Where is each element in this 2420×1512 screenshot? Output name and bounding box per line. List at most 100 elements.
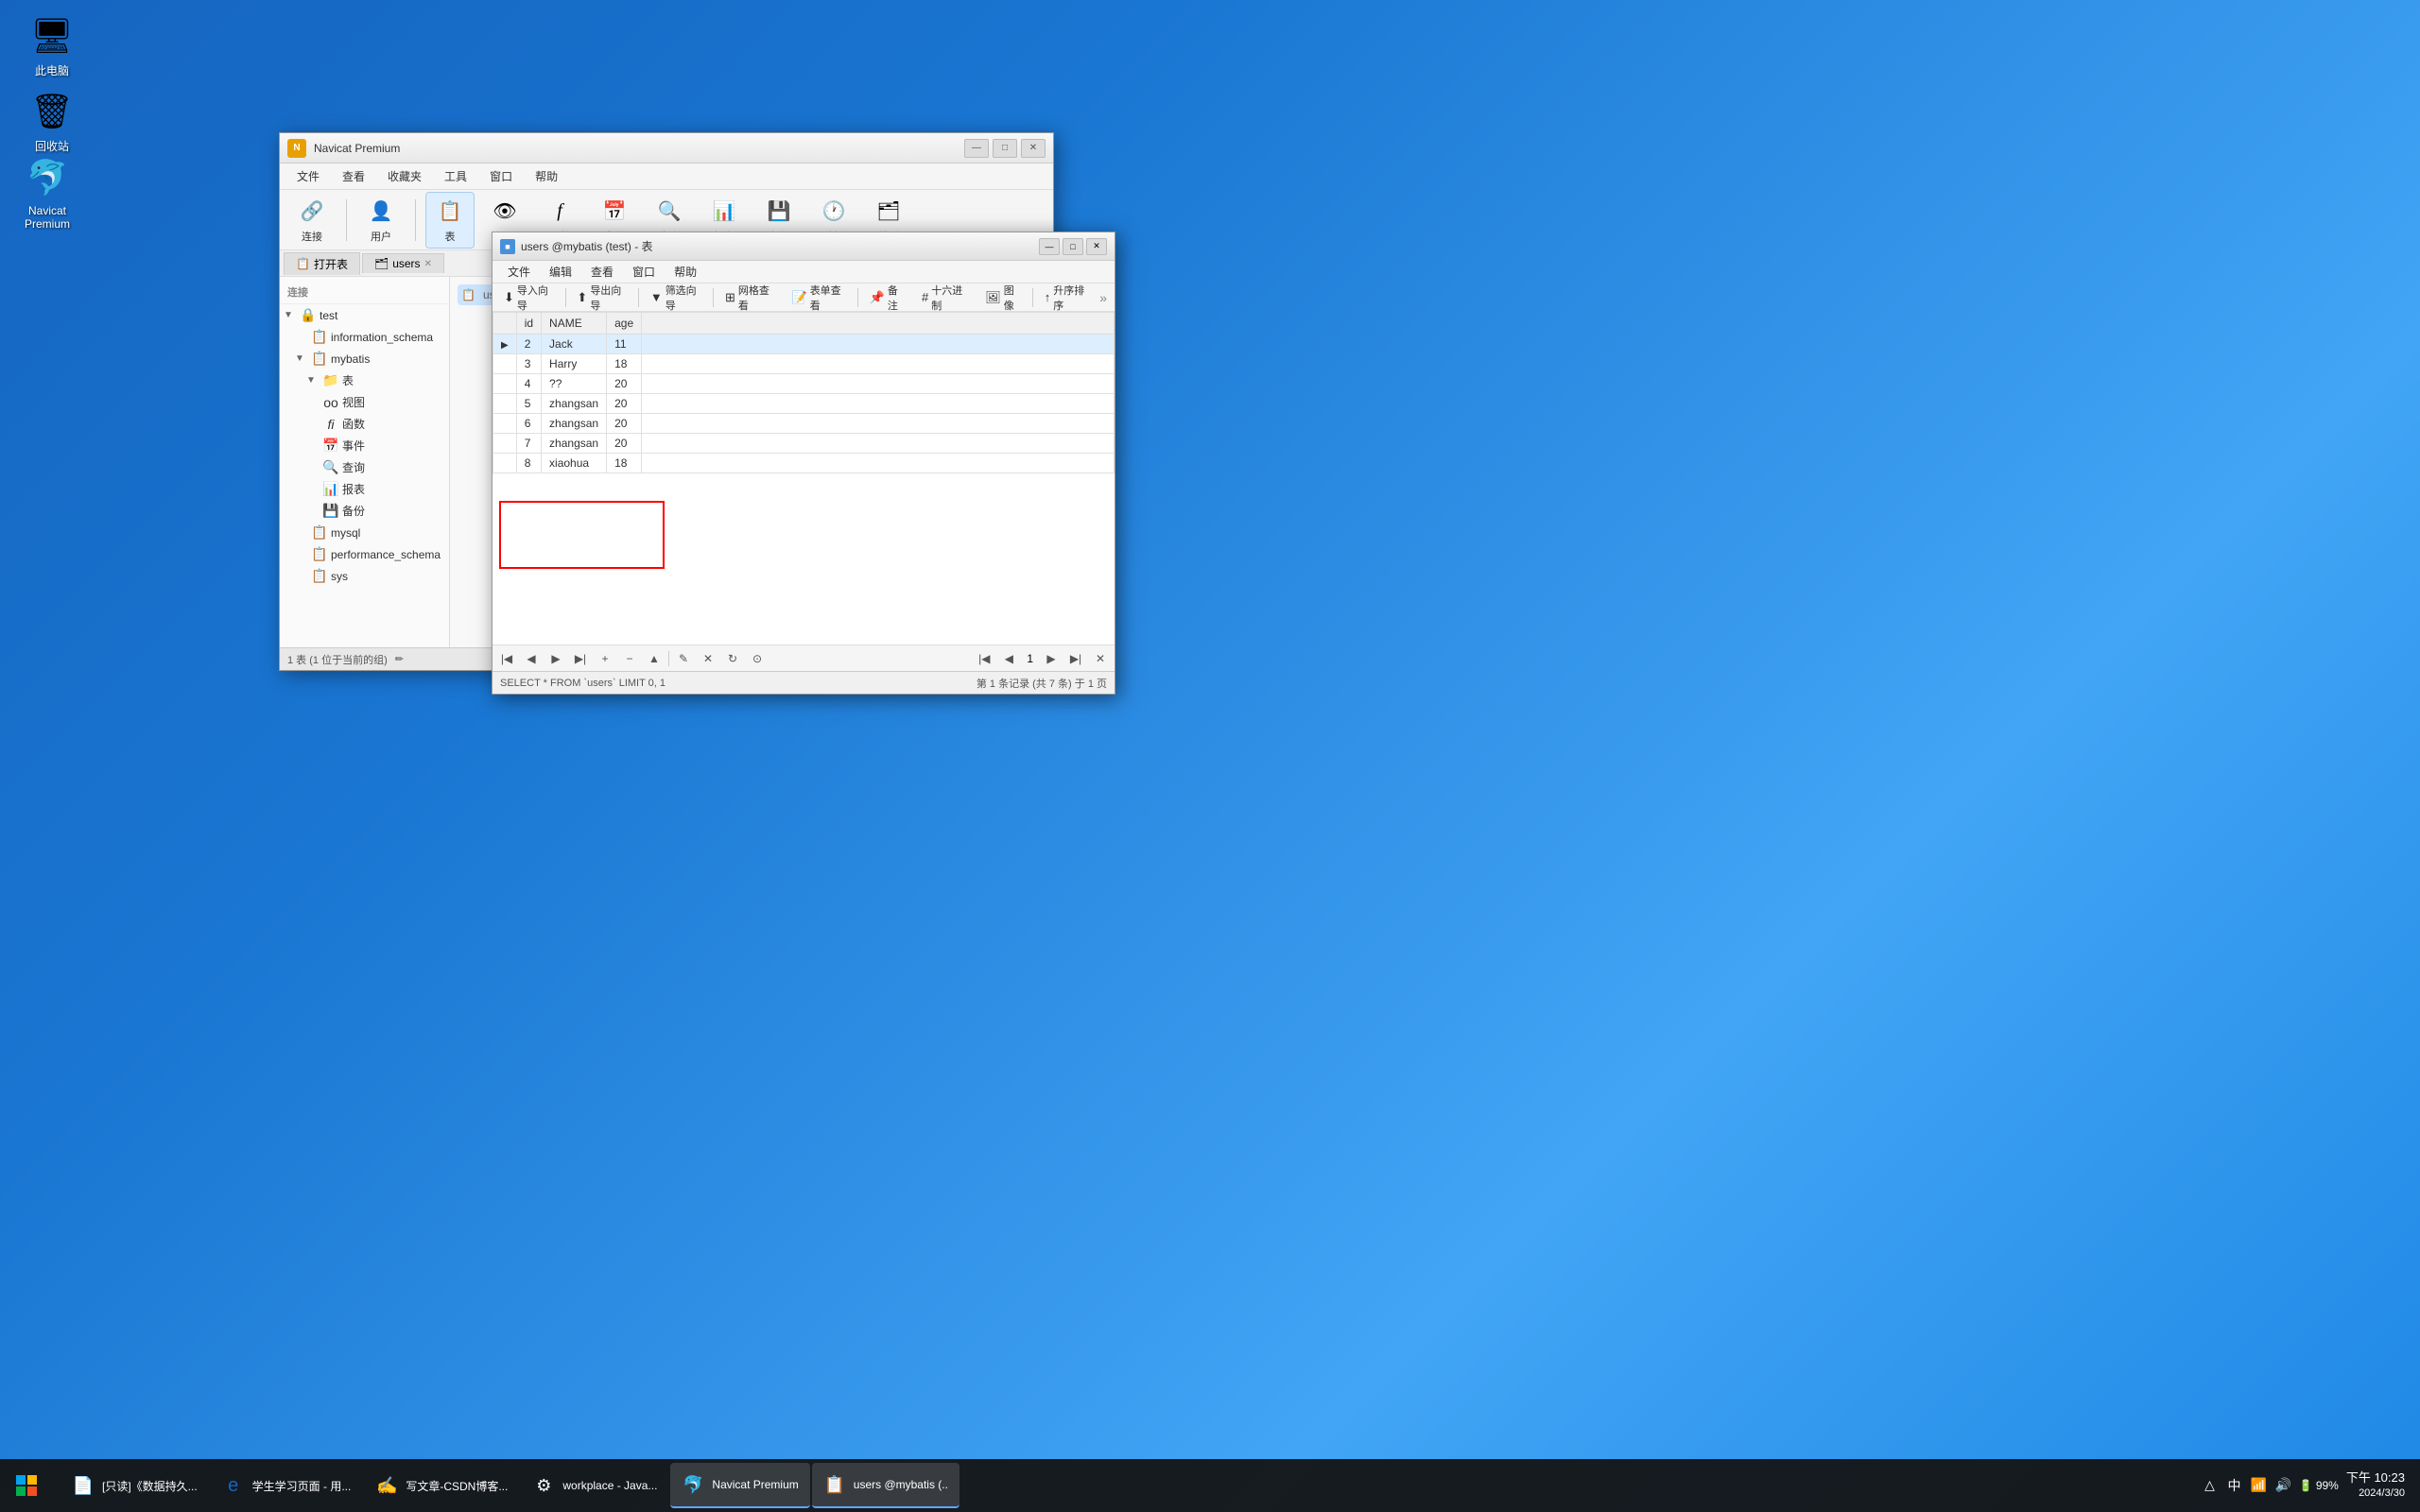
hex-btn[interactable]: # 十六进制: [914, 280, 976, 316]
nav-refresh-btn[interactable]: ↻: [722, 649, 743, 668]
menu-tools[interactable]: 工具: [435, 165, 476, 187]
nav-edit2-btn[interactable]: ✕: [698, 649, 718, 668]
cell-id-5[interactable]: 5: [516, 394, 541, 414]
col-header-id[interactable]: id: [516, 313, 541, 335]
cell-name-8[interactable]: xiaohua: [542, 454, 607, 473]
nav-edit1-btn[interactable]: ✎: [673, 649, 694, 668]
menu-help[interactable]: 帮助: [526, 165, 567, 187]
tree-item-test[interactable]: ▼ 🔒 test: [280, 304, 449, 326]
open-table-tab[interactable]: 📋 打开表: [284, 252, 360, 275]
menu-file[interactable]: 文件: [287, 165, 329, 187]
cell-id-4[interactable]: 4: [516, 374, 541, 394]
navicat-close-btn[interactable]: ✕: [1021, 139, 1046, 158]
cell-id-7[interactable]: 7: [516, 434, 541, 454]
taskbar-tianyige[interactable]: ✍ 写文章-CSDN博客...: [364, 1463, 519, 1508]
desktop-icon-navicat[interactable]: 🐬 NavicatPremium: [9, 151, 85, 234]
taskbar-workplace[interactable]: ⚙ workplace - Java...: [521, 1463, 668, 1508]
navicat-maximize-btn[interactable]: □: [993, 139, 1017, 158]
menu-window[interactable]: 窗口: [480, 165, 522, 187]
tree-item-info-schema[interactable]: 📋 information_schema: [280, 326, 449, 348]
table-row[interactable]: 7 zhangsan 20: [493, 434, 1115, 454]
table-close-btn[interactable]: ✕: [1086, 238, 1107, 255]
cell-id-8[interactable]: 8: [516, 454, 541, 473]
tree-item-reports[interactable]: 📊 报表: [280, 478, 449, 500]
nav-delete-btn[interactable]: −: [619, 649, 640, 668]
cell-age-2[interactable]: 11: [607, 335, 642, 354]
cell-name-6[interactable]: zhangsan: [542, 414, 607, 434]
users-tab[interactable]: 🗂 users ✕: [362, 253, 444, 273]
tree-item-mysql[interactable]: 📋 mysql: [280, 522, 449, 543]
taskbar-users-table[interactable]: 📋 users @mybatis (..: [812, 1463, 959, 1508]
tree-item-backups[interactable]: 💾 备份: [280, 500, 449, 522]
cell-age-6[interactable]: 20: [607, 414, 642, 434]
table-menu-view[interactable]: 查看: [583, 262, 621, 282]
table-row[interactable]: ▶ 2 Jack 11: [493, 335, 1115, 354]
sort-btn[interactable]: ↑ 升序排序: [1037, 280, 1098, 316]
nav-up-btn[interactable]: ▲: [644, 649, 665, 668]
tree-item-events[interactable]: 📅 事件: [280, 435, 449, 456]
tree-item-views[interactable]: oo 视图: [280, 391, 449, 413]
toolbar-connect-btn[interactable]: 🔗 连接: [287, 193, 337, 248]
tray-expand-icon[interactable]: △: [2201, 1476, 2220, 1495]
image-btn[interactable]: 🖼 图像: [977, 280, 1028, 316]
tree-item-queries[interactable]: 🔍 查询: [280, 456, 449, 478]
import-wizard-btn[interactable]: ⬇ 导入向导: [496, 280, 562, 316]
tree-item-mybatis[interactable]: ▼ 📋 mybatis: [280, 348, 449, 369]
tray-clock[interactable]: 下午 10:23 2024/3/30: [2346, 1469, 2405, 1502]
tree-item-sys[interactable]: 📋 sys: [280, 565, 449, 587]
nav-first-btn[interactable]: |◀: [496, 649, 517, 668]
table-menu-help[interactable]: 帮助: [666, 262, 704, 282]
tray-input-icon[interactable]: 中: [2225, 1476, 2244, 1495]
table-row[interactable]: 6 zhangsan 20: [493, 414, 1115, 434]
menu-favorites[interactable]: 收藏夹: [378, 165, 431, 187]
taskbar-filemanager[interactable]: 📄 [只读]《数据持久...: [60, 1463, 209, 1508]
table-row[interactable]: 5 zhangsan 20: [493, 394, 1115, 414]
nav-last-btn[interactable]: ▶|: [570, 649, 591, 668]
col-header-age[interactable]: age: [607, 313, 642, 335]
cell-name-7[interactable]: zhangsan: [542, 434, 607, 454]
col-header-name[interactable]: NAME: [542, 313, 607, 335]
export-wizard-btn[interactable]: ⬆ 导出向导: [569, 280, 634, 316]
cell-age-5[interactable]: 20: [607, 394, 642, 414]
nav-close-btn[interactable]: ✕: [1090, 649, 1111, 668]
cell-name-4[interactable]: ??: [542, 374, 607, 394]
note-btn[interactable]: 📌 备注: [862, 280, 912, 316]
grid-view-btn[interactable]: ⊞ 网格查看: [717, 280, 783, 316]
desktop-icon-recycle[interactable]: 🗑 回收站: [14, 85, 90, 158]
toolbar-expand-icon[interactable]: »: [1099, 290, 1107, 305]
filter-wizard-btn[interactable]: ▼ 筛选向导: [643, 280, 709, 316]
taskbar-navicat[interactable]: 🐬 Navicat Premium: [670, 1463, 809, 1508]
cell-age-4[interactable]: 20: [607, 374, 642, 394]
table-minimize-btn[interactable]: —: [1039, 238, 1060, 255]
table-row[interactable]: 8 xiaohua 18: [493, 454, 1115, 473]
cell-age-8[interactable]: 18: [607, 454, 642, 473]
tree-item-functions[interactable]: fi 函数: [280, 413, 449, 435]
nav-stop-btn[interactable]: ⊙: [747, 649, 768, 668]
cell-name-3[interactable]: Harry: [542, 354, 607, 374]
nav-first2-btn[interactable]: |◀: [974, 649, 994, 668]
toolbar-user-btn[interactable]: 👤 用户: [356, 193, 406, 248]
users-tab-close[interactable]: ✕: [424, 259, 432, 269]
cell-name-5[interactable]: zhangsan: [542, 394, 607, 414]
cell-id-6[interactable]: 6: [516, 414, 541, 434]
table-row[interactable]: 3 Harry 18: [493, 354, 1115, 374]
cell-id-2[interactable]: 2: [516, 335, 541, 354]
cell-name-2[interactable]: Jack: [542, 335, 607, 354]
form-view-btn[interactable]: 📝 表单查看: [785, 280, 854, 316]
cell-age-3[interactable]: 18: [607, 354, 642, 374]
table-menu-window[interactable]: 窗口: [625, 262, 663, 282]
taskbar-browser1[interactable]: e 学生学习页面 - 用...: [211, 1463, 363, 1508]
table-menu-edit[interactable]: 编辑: [542, 262, 579, 282]
nav-next2-btn[interactable]: ▶: [1041, 649, 1062, 668]
cell-age-7[interactable]: 20: [607, 434, 642, 454]
nav-add-btn[interactable]: +: [595, 649, 615, 668]
nav-prev2-btn[interactable]: ◀: [998, 649, 1019, 668]
tree-item-perf-schema[interactable]: 📋 performance_schema: [280, 543, 449, 565]
nav-last2-btn[interactable]: ▶|: [1065, 649, 1086, 668]
nav-prev-btn[interactable]: ◀: [521, 649, 542, 668]
nav-next-btn[interactable]: ▶: [545, 649, 566, 668]
toolbar-table-btn[interactable]: 📋 表: [425, 192, 475, 249]
table-maximize-btn[interactable]: □: [1063, 238, 1083, 255]
start-button[interactable]: [0, 1459, 53, 1512]
cell-id-3[interactable]: 3: [516, 354, 541, 374]
